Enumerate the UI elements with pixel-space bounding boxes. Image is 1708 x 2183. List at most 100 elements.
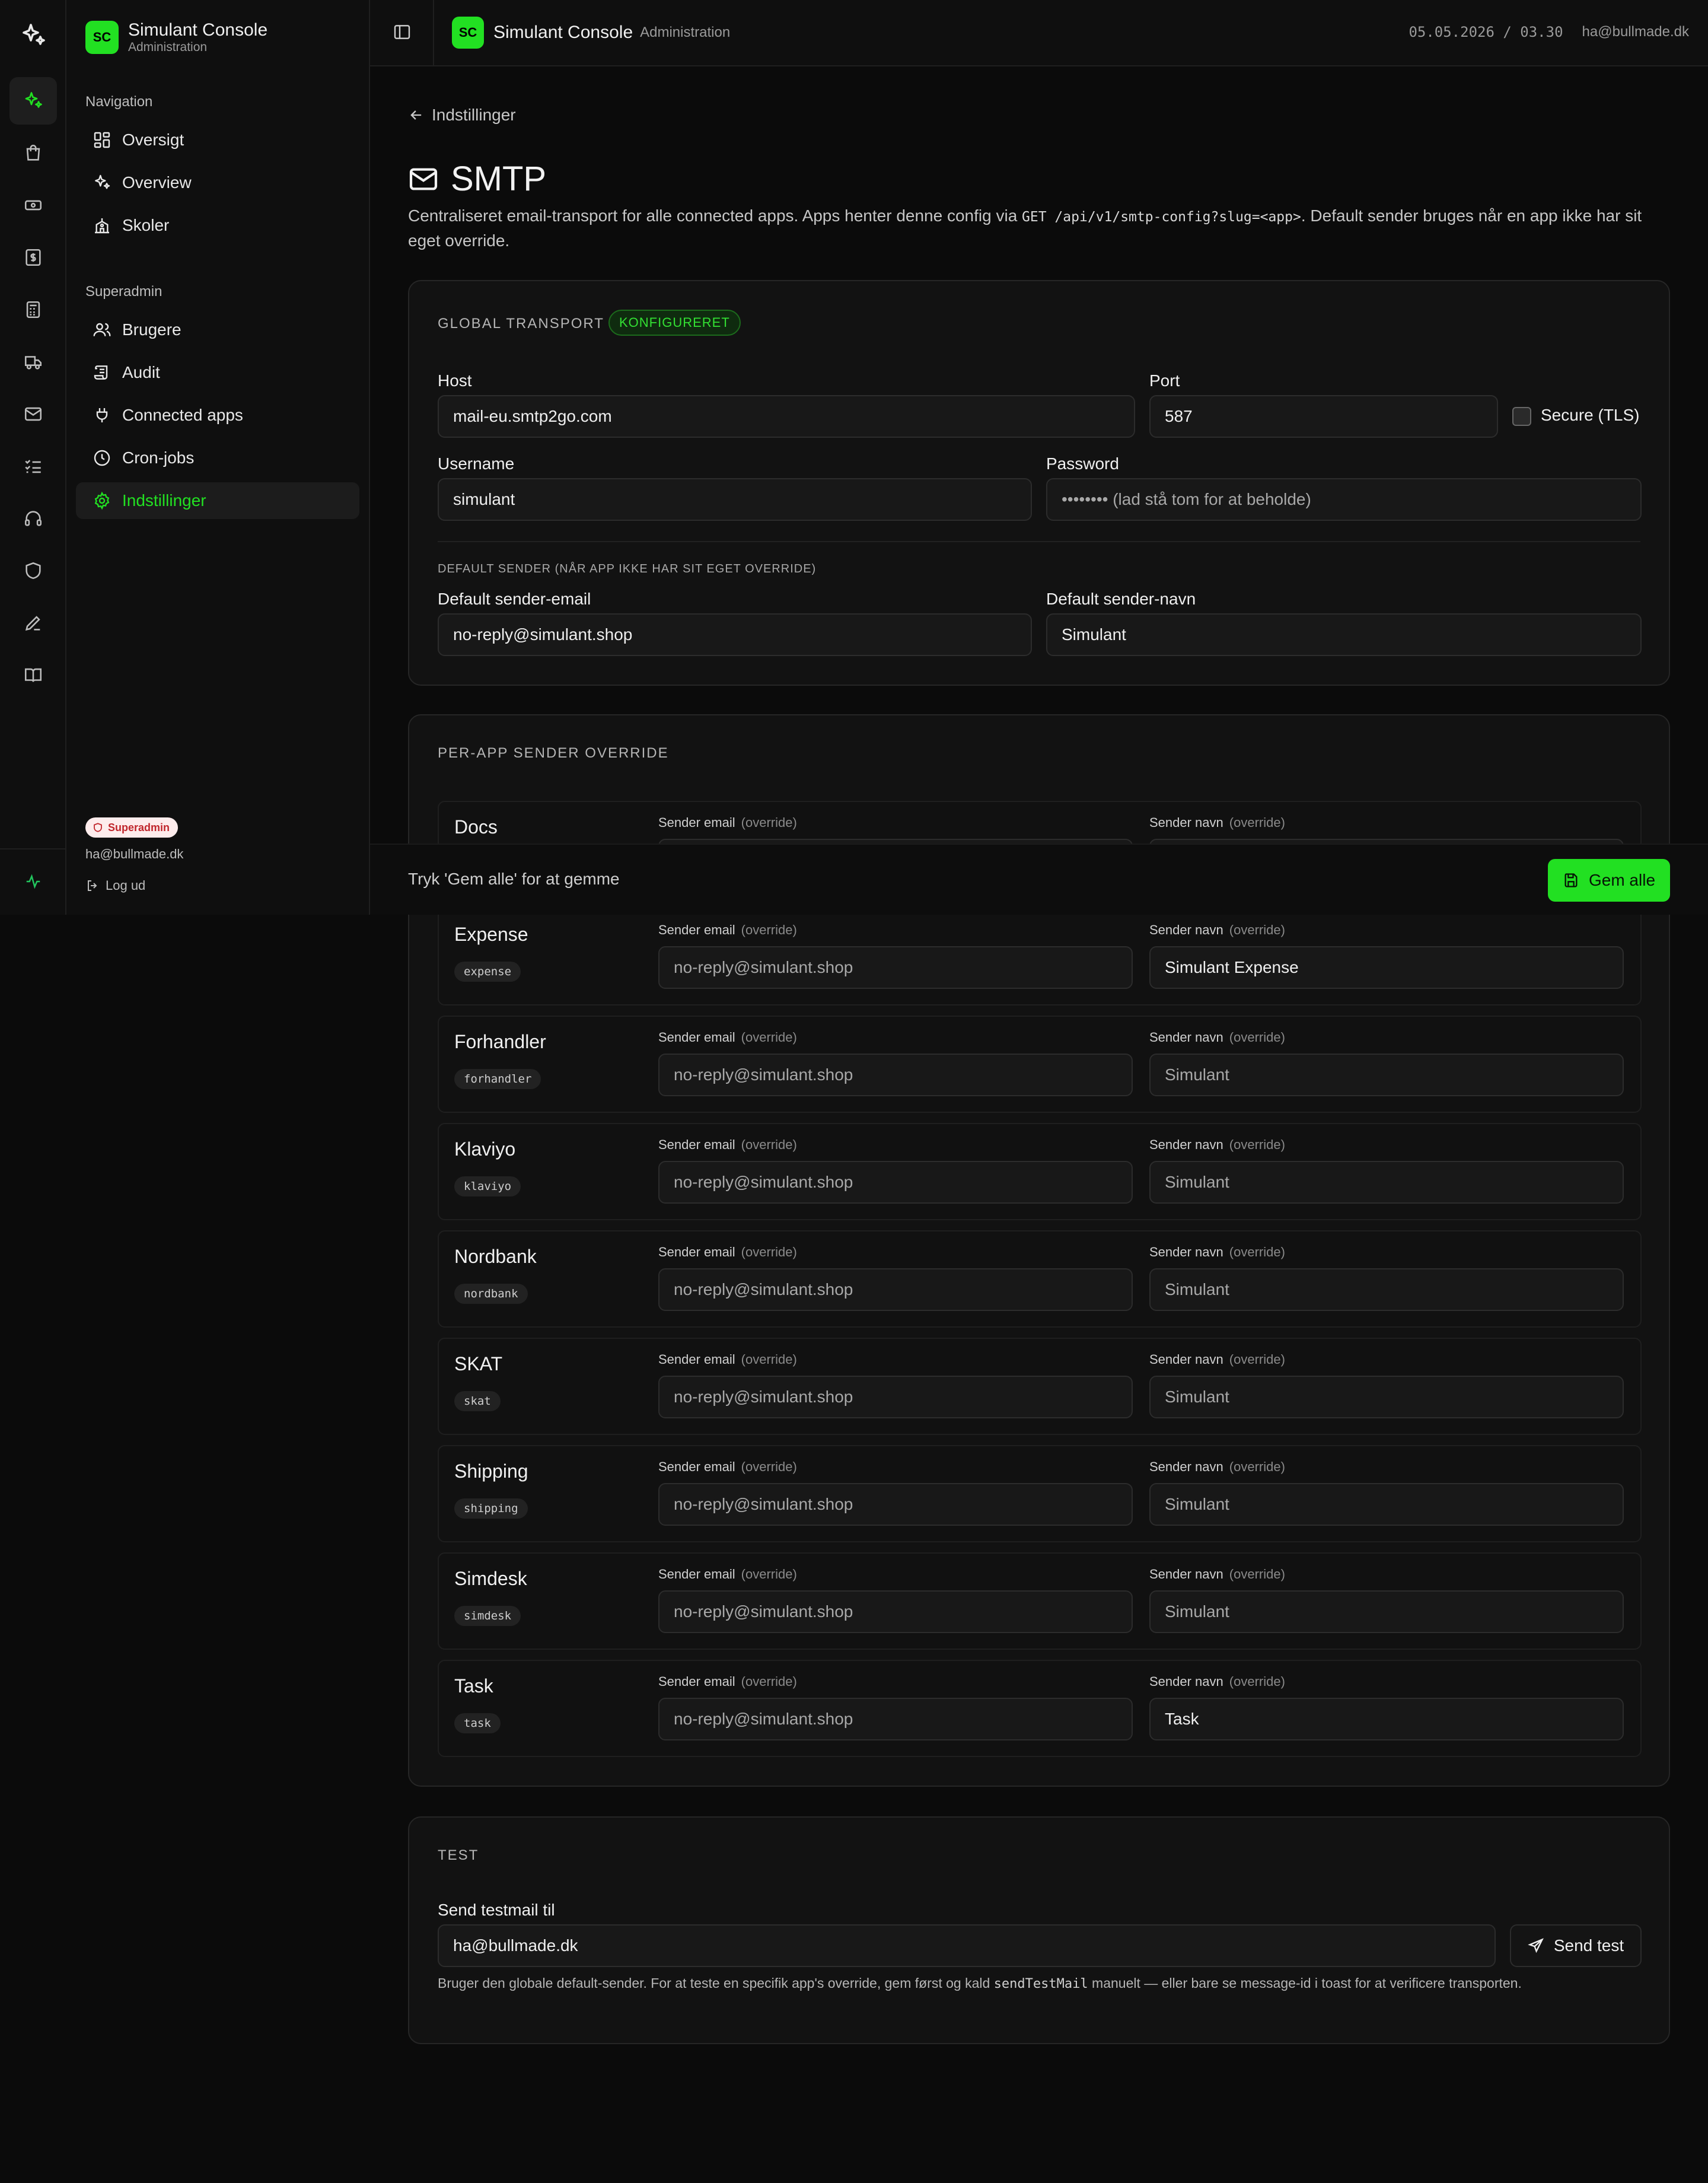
sender-name-override-input[interactable]: Simulant Expense <box>1149 946 1624 989</box>
sidebar-item-brugere[interactable]: Brugere <box>76 311 359 348</box>
rail-shopping-bag-icon[interactable] <box>9 129 57 177</box>
rail-dollar-icon[interactable] <box>9 234 57 281</box>
sender-email-label: Sender email (override) <box>658 1352 797 1367</box>
back-link[interactable]: Indstillinger <box>408 106 516 125</box>
brand-badge: SC <box>452 17 484 49</box>
sidebar-item-label: Oversigt <box>122 131 184 149</box>
sender-email-label: Sender email (override) <box>658 1567 797 1581</box>
app-override-row: Forhandler forhandler Sender email (overrid… <box>438 1016 1642 1113</box>
sender-name-input[interactable]: Simulant <box>1046 613 1642 656</box>
sender-name-label: Sender navn (override) <box>1149 1567 1285 1581</box>
rail-mail-icon[interactable] <box>9 390 57 438</box>
users-icon <box>93 320 111 339</box>
sender-email-override-input[interactable]: no-reply@simulant.shop <box>658 1376 1133 1418</box>
app-override-row: Shipping shipping Sender email (override) no… <box>438 1445 1642 1542</box>
sender-name-label: Sender navn (override) <box>1149 1674 1285 1689</box>
brand-name: Simulant Console <box>128 20 268 40</box>
sender-email-label: Default sender-email <box>438 590 591 608</box>
mail-icon <box>409 168 438 190</box>
password-input[interactable]: •••••••• (lad stå tom for at beholde) <box>1046 478 1642 521</box>
sender-email-override-input[interactable]: no-reply@simulant.shop <box>658 1483 1133 1526</box>
sidebar-item-oversigt[interactable]: Oversigt <box>76 122 359 158</box>
sender-email-override-input[interactable]: no-reply@simulant.shop <box>658 1161 1133 1204</box>
send-test-button[interactable]: Send test <box>1510 1924 1642 1967</box>
sparkle-logo-icon[interactable] <box>19 21 47 50</box>
sender-name-override-input[interactable]: Simulant <box>1149 1268 1624 1311</box>
page-description: Centraliseret email-transport for alle c… <box>408 204 1671 253</box>
sender-email-override-input[interactable]: no-reply@simulant.shop <box>658 1054 1133 1096</box>
shield-icon <box>94 823 102 832</box>
rail-shield-icon[interactable] <box>9 547 57 594</box>
app-name: Forhandler <box>454 1031 546 1052</box>
logout-button[interactable]: Log ud <box>85 878 145 893</box>
rail-activity-icon[interactable] <box>9 858 57 905</box>
rail-sparkle-icon[interactable] <box>9 77 57 125</box>
save-all-button[interactable]: Gem alle <box>1548 859 1670 902</box>
app-name: Task <box>454 1675 493 1697</box>
sender-name-override-input[interactable]: Simulant <box>1149 1590 1624 1633</box>
save-icon <box>1564 873 1578 887</box>
sender-email-override-input[interactable]: no-reply@simulant.shop <box>658 1590 1133 1633</box>
status-badge: KONFIGURERET <box>608 310 741 336</box>
rail-ticket-icon[interactable] <box>9 182 57 229</box>
navigation-section-label: Navigation <box>85 94 153 110</box>
topbar: SC Simulant Console Administration 05.05… <box>370 0 1708 66</box>
sender-name-override-input[interactable]: Task <box>1149 1698 1624 1740</box>
rail-truck-icon[interactable] <box>9 338 57 386</box>
rail-calculator-icon[interactable] <box>9 286 57 333</box>
save-all-label: Gem alle <box>1588 871 1656 889</box>
username-input[interactable]: simulant <box>438 478 1032 521</box>
app-slug: shipping <box>454 1498 528 1519</box>
sidebar-item-overview[interactable]: Overview <box>76 164 359 201</box>
sidebar-user-email: ha@bullmade.dk <box>85 847 184 861</box>
page-title-text: SMTP <box>451 160 547 198</box>
sidebar-item-cron-jobs[interactable]: Cron-jobs <box>76 440 359 476</box>
app-slug: forhandler <box>454 1069 541 1089</box>
app-override-row: Nordbank nordbank Sender email (override) no… <box>438 1230 1642 1328</box>
sender-email-override-input[interactable]: no-reply@simulant.shop <box>658 1268 1133 1311</box>
sender-name-override-input[interactable]: Simulant <box>1149 1376 1624 1418</box>
sender-email-label: Sender email (override) <box>658 1030 797 1045</box>
global-transport-card: GLOBAL TRANSPORT KONFIGURERET Host mail-… <box>408 280 1670 686</box>
arrow-left-icon <box>410 110 422 120</box>
sidebar-item-audit[interactable]: Audit <box>76 354 359 391</box>
topbar-brand[interactable]: SC Simulant Console Administration <box>452 17 730 49</box>
test-note-code: sendTestMail <box>993 1977 1088 1991</box>
sender-name-override-input[interactable]: Simulant <box>1149 1483 1624 1526</box>
app-name: Shipping <box>454 1460 528 1482</box>
username-label: Username <box>438 454 515 473</box>
sidebar-item-indstillinger[interactable]: Indstillinger <box>76 482 359 519</box>
sender-email-override-input[interactable]: no-reply@simulant.shop <box>658 946 1133 989</box>
test-email-input[interactable]: ha@bullmade.dk <box>438 1924 1496 1967</box>
sender-email-input[interactable]: no-reply@simulant.shop <box>438 613 1032 656</box>
topbar-datetime: 05.05.2026 / 03.30 <box>1409 24 1563 40</box>
app-name: Klaviyo <box>454 1138 516 1160</box>
topbar-status: 05.05.2026 / 03.30 ha@bullmade.dk <box>1409 24 1689 40</box>
section-label: TEST <box>438 1847 479 1863</box>
sidebar-item-connected-apps[interactable]: Connected apps <box>76 397 359 434</box>
host-input[interactable]: mail-eu.smtp2go.com <box>438 395 1135 438</box>
sender-name-override-input[interactable]: Simulant <box>1149 1054 1624 1096</box>
rail-book-icon[interactable] <box>9 651 57 699</box>
sender-name-label: Sender navn (override) <box>1149 815 1285 830</box>
sidebar-item-skoler[interactable]: Skoler <box>76 207 359 244</box>
app-slug: expense <box>454 962 521 982</box>
sidebar-toggle-icon[interactable] <box>393 23 412 42</box>
sender-name-override-input[interactable]: Simulant <box>1149 1161 1624 1204</box>
rail-pen-icon[interactable] <box>9 599 57 647</box>
sidebar-brand[interactable]: SC Simulant Console Administration <box>85 20 267 55</box>
sender-email-label: Sender email (override) <box>658 1137 797 1152</box>
app-name: Expense <box>454 924 528 945</box>
rail-checklist-icon[interactable] <box>9 443 57 490</box>
topbar-user-email: ha@bullmade.dk <box>1582 24 1689 40</box>
port-input[interactable]: 587 <box>1149 395 1498 438</box>
divider <box>438 541 1640 542</box>
sidebar-item-label: Overview <box>122 173 192 192</box>
sidebar-item-label: Skoler <box>122 216 170 234</box>
app-override-row: Simdesk simdesk Sender email (override) no-r… <box>438 1552 1642 1650</box>
section-label: PER-APP SENDER OVERRIDE <box>438 745 669 761</box>
rail-headset-icon[interactable] <box>9 495 57 542</box>
secure-tls-checkbox[interactable] <box>1512 407 1531 426</box>
sender-email-override-input[interactable]: no-reply@simulant.shop <box>658 1698 1133 1740</box>
app-name: SKAT <box>454 1353 503 1374</box>
